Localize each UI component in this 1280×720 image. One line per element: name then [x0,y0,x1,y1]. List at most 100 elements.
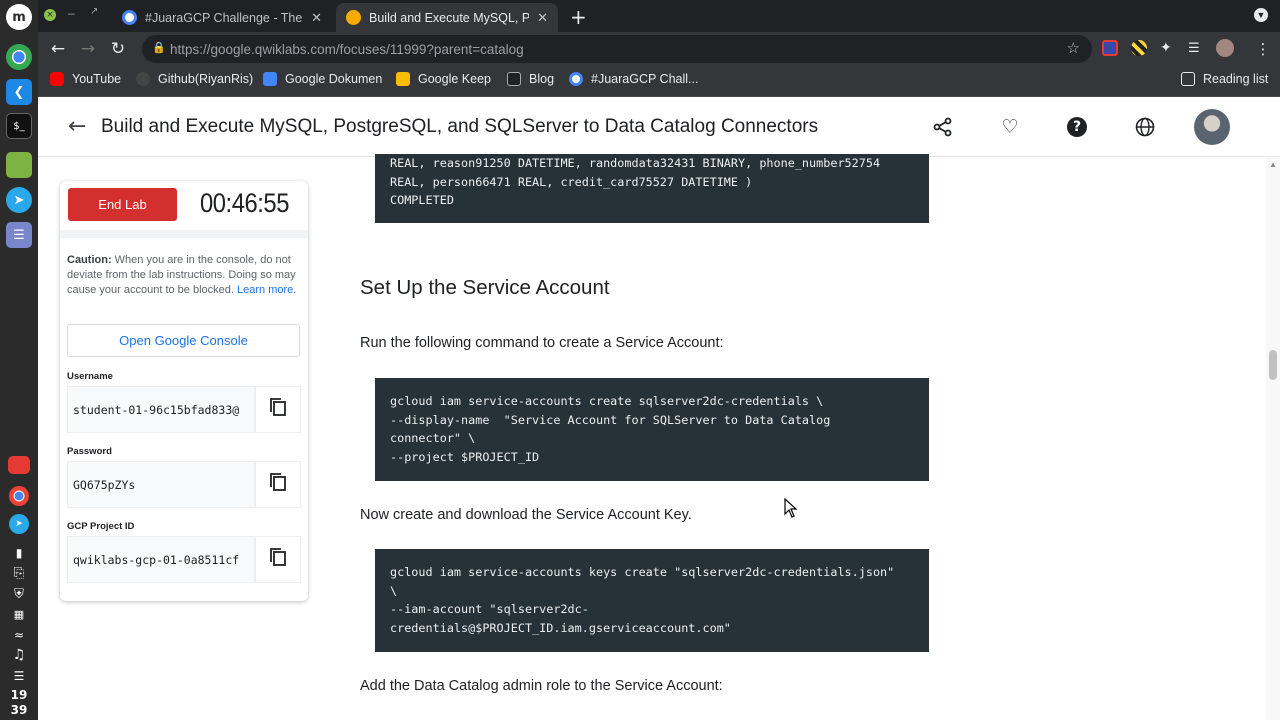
bookmark-youtube[interactable]: YouTube [50,72,121,86]
copy-password-button[interactable] [255,461,301,508]
help-icon[interactable]: ? [1065,115,1089,139]
open-google-console-button[interactable]: Open Google Console [67,324,300,357]
bookmark-github[interactable]: Github(RiyanRis) [136,72,253,86]
notes-icon[interactable]: ☰ [6,222,32,248]
user-avatar[interactable] [1194,109,1230,145]
code-block-create-key[interactable]: gcloud iam service-accounts keys create … [375,549,929,652]
terminal-icon[interactable]: $_ [6,113,32,139]
reading-list-button[interactable]: Reading list [1181,72,1268,86]
copy-icon [269,547,287,572]
tab-title: Build and Execute MySQL, Po [369,10,530,25]
os-dock: m ❮ $_ ➤ ☰ ➤ ▮ ⎘ ⛨ ▦ ≈ ♫ ☰ 19 39 [0,0,38,720]
telegram-icon[interactable]: ➤ [6,187,32,213]
page-scrollbar[interactable]: ▲ [1266,157,1280,720]
end-lab-button[interactable]: End Lab [68,188,177,221]
code-block-create-account[interactable]: gcloud iam service-accounts create sqlse… [375,378,929,481]
address-bar-row: ← → ↻ 🔒 https://google.qwiklabs.com/focu… [38,32,1280,66]
instruction-text: Run the following command to create a Se… [360,335,724,351]
mouse-cursor-icon [784,497,798,523]
project-id-field[interactable]: qwiklabs-gcp-01-0a8511cf [67,536,255,583]
reading-list-icon [1181,72,1195,86]
caution-title: Caution: [67,254,112,266]
blog-icon [507,72,521,86]
tab-bar: × – ↗ #JuaraGCP Challenge - The C ✕ Buil… [38,0,1280,32]
lock-icon[interactable]: 🔒 [152,41,166,54]
notepad-icon: ☰ [13,669,25,683]
tab-title: #JuaraGCP Challenge - The C [145,10,304,25]
divider [60,230,308,238]
copy-icon [269,397,287,422]
copy-icon [269,472,287,497]
globe-icon[interactable] [1133,115,1157,139]
bookmark-juaragcp[interactable]: #JuaraGCP Chall... [569,72,698,86]
extension-stripe-icon[interactable] [1131,40,1147,56]
keep-icon [396,72,410,86]
extension-shield-icon[interactable] [1102,40,1118,56]
tab-close-icon[interactable]: ✕ [537,10,548,26]
reading-list-icon[interactable]: ☰ [1188,40,1204,56]
learn-more-link[interactable]: Learn more. [237,284,296,296]
tab-search-icon[interactable]: ▼ [1254,8,1268,22]
mint-menu-icon[interactable]: m [6,4,32,30]
lab-control-panel: End Lab 00:46:55 Caution: When you are i… [60,181,308,601]
bookmark-label: YouTube [72,72,122,86]
google-favicon-icon [122,10,137,25]
reading-list-label: Reading list [1203,72,1269,86]
instruction-text: Now create and download the Service Acco… [360,507,692,523]
scrollbar-thumb[interactable] [1269,350,1277,380]
code-block-output[interactable]: REAL, reason91250 DATETIME, randomdata32… [375,154,929,223]
telegram-small-icon[interactable]: ➤ [9,514,29,534]
bookmark-label: Google Keep [418,72,491,86]
chrome-icon[interactable] [6,44,32,70]
bookmark-star-icon[interactable]: ☆ [1067,39,1080,57]
extensions-puzzle-icon[interactable]: ✦ [1160,40,1176,56]
vscode-icon[interactable]: ❮ [6,79,32,105]
qwiklabs-favicon-icon [346,10,361,25]
bookmark-google-docs[interactable]: Google Dokumen [263,72,382,86]
clock-minute: 39 [10,703,28,717]
password-field[interactable]: GQ675pZYs [67,461,255,508]
url-text: https://google.qwiklabs.com/focuses/1199… [170,42,524,57]
reload-icon[interactable]: ↻ [107,38,129,60]
username-label: Username [67,371,113,382]
tab-juaragcp[interactable]: #JuaraGCP Challenge - The C ✕ [112,3,332,32]
menu-icon[interactable]: ⋮ [1252,38,1274,60]
bookmark-label: Blog [529,72,555,86]
bookmark-blog[interactable]: Blog [507,72,554,86]
files-icon[interactable] [6,152,32,178]
clock-hour: 19 [10,688,28,702]
scroll-up-icon[interactable]: ▲ [1269,160,1277,169]
page-header: ← Build and Execute MySQL, PostgreSQL, a… [38,97,1280,157]
lab-timer: 00:46:55 [200,188,289,218]
window-close-icon[interactable]: × [44,9,56,21]
chrome-small-icon[interactable] [9,486,29,506]
back-icon[interactable]: ← [47,38,69,60]
copy-username-button[interactable] [255,386,301,433]
github-icon [136,72,150,86]
project-id-label: GCP Project ID [67,521,135,532]
tab-build-execute[interactable]: Build and Execute MySQL, Po ✕ [336,3,558,32]
google-icon [569,72,583,86]
camera-icon[interactable] [8,456,30,474]
copy-project-id-button[interactable] [255,536,301,583]
caution-text: Caution: When you are in the console, do… [67,253,301,298]
window-minimize-icon[interactable]: – [68,6,75,20]
bookmarks-bar: YouTube Github(RiyanRis) Google Dokumen … [38,66,1280,97]
docs-icon [263,72,277,86]
window-maximize-icon[interactable]: ↗ [90,6,98,17]
share-icon[interactable] [931,115,955,139]
url-input[interactable]: 🔒 https://google.qwiklabs.com/focuses/11… [142,35,1092,63]
bookmark-google-keep[interactable]: Google Keep [396,72,491,86]
tab-close-icon[interactable]: ✕ [311,10,322,26]
profile-avatar[interactable] [1216,39,1234,57]
instruction-text: Add the Data Catalog admin role to the S… [360,678,723,694]
back-arrow-icon[interactable]: ← [68,114,86,139]
forward-icon[interactable]: → [77,38,99,60]
new-tab-button[interactable]: + [570,5,587,29]
heart-icon[interactable]: ♡ [998,115,1022,139]
youtube-icon [50,72,64,86]
section-heading: Set Up the Service Account [360,276,610,299]
page-title: Build and Execute MySQL, PostgreSQL, and… [101,116,819,137]
username-field[interactable]: student-01-96c15bfad833@ [67,386,255,433]
password-label: Password [67,446,112,457]
